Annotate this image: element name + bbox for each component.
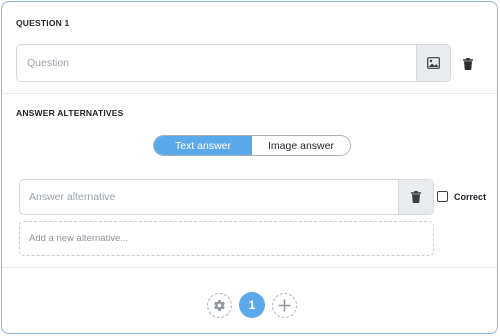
- correct-toggle[interactable]: Correct: [437, 191, 486, 202]
- section-divider: [2, 93, 497, 94]
- trash-icon: [463, 58, 473, 70]
- answer-alternative-input[interactable]: [20, 180, 398, 214]
- alternative-field-group: [19, 179, 434, 215]
- question-title: QUESTION 1: [16, 18, 70, 28]
- image-answer-tab[interactable]: Image answer: [252, 136, 350, 155]
- delete-question-button[interactable]: [461, 56, 475, 72]
- image-icon: [427, 57, 440, 69]
- correct-checkbox[interactable]: [437, 191, 448, 202]
- question-input[interactable]: [17, 45, 416, 81]
- settings-button[interactable]: [207, 292, 232, 318]
- current-question-button[interactable]: 1: [239, 292, 265, 318]
- question-field-group: [16, 44, 451, 82]
- question-navigation: 1: [207, 292, 297, 318]
- question-card: QUESTION 1 ANSWER ALTERNATIVES Text answ…: [1, 1, 498, 334]
- add-image-button[interactable]: [416, 45, 450, 81]
- add-alternative-field[interactable]: Add a new alternative...: [19, 221, 434, 256]
- plus-icon: [278, 299, 291, 311]
- answers-title: ANSWER ALTERNATIVES: [16, 108, 124, 118]
- correct-label: Correct: [454, 191, 487, 202]
- text-answer-tab[interactable]: Text answer: [154, 136, 252, 155]
- delete-alternative-button[interactable]: [398, 180, 433, 214]
- add-question-button[interactable]: [272, 292, 297, 318]
- trash-icon: [411, 191, 421, 203]
- gear-icon: [214, 299, 225, 311]
- answer-type-toggle: Text answer Image answer: [153, 135, 351, 156]
- footer-divider: [2, 267, 497, 268]
